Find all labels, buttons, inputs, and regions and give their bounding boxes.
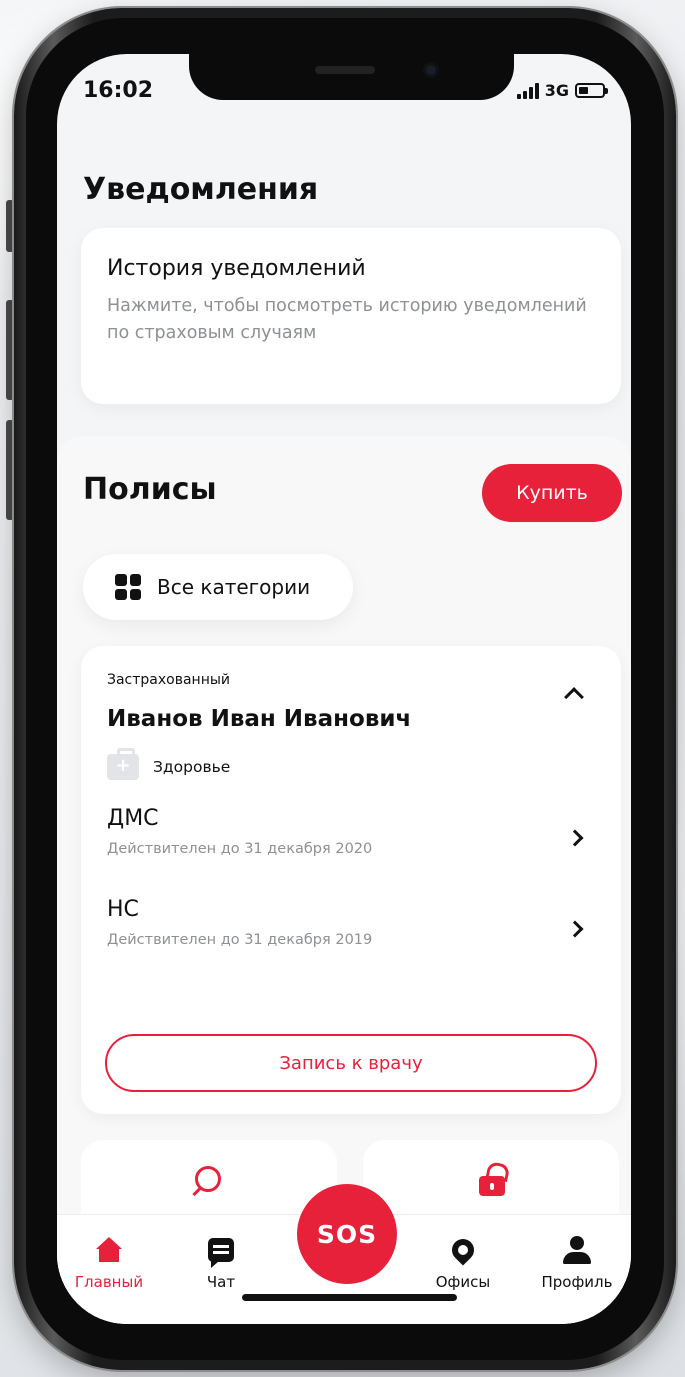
front-camera [423, 62, 439, 78]
status-time: 16:02 [83, 78, 154, 103]
buy-button[interactable]: Купить [482, 464, 622, 522]
insured-label: Застрахованный [107, 672, 231, 688]
network-type: 3G [544, 81, 569, 100]
grid-icon [115, 574, 141, 600]
home-icon [96, 1237, 122, 1263]
notch [189, 54, 514, 100]
policies-heading: Полисы [83, 472, 217, 507]
policy-name: НС [107, 897, 139, 922]
notification-history-subtitle: Нажмите, чтобы посмотреть историю уведом… [107, 296, 587, 343]
tab-label: Офисы [435, 1273, 491, 1291]
doctor-appointment-button[interactable]: Запись к врачу [105, 1034, 597, 1092]
chat-icon [208, 1238, 234, 1268]
status-indicators: 3G [516, 81, 608, 100]
search-icon [195, 1166, 221, 1192]
policy-validity: Действителен до 31 декабря 2019 [107, 932, 373, 948]
speaker [315, 66, 375, 74]
tab-label: Профиль [541, 1273, 613, 1291]
all-categories-label: Все категории [157, 575, 311, 599]
notification-history-card[interactable]: История уведомлений Нажмите, чтобы посмо… [81, 228, 621, 404]
policy-card: Застрахованный Иванов Иван Иванович Здор… [81, 646, 621, 1114]
battery-icon [575, 83, 608, 98]
tab-label: Главный [74, 1273, 144, 1291]
home-indicator[interactable] [242, 1294, 457, 1301]
policy-item-dms[interactable]: ДМС Действителен до 31 декабря 2020 [107, 806, 595, 857]
signal-icon [516, 82, 539, 99]
policy-validity: Действителен до 31 декабря 2020 [107, 841, 373, 857]
tab-profile[interactable]: Профиль [527, 1235, 627, 1291]
app-screen: 16:02 3G Уведомления История уведомлений… [57, 54, 631, 1324]
unlock-icon [479, 1176, 505, 1196]
policy-item-ns[interactable]: НС Действителен до 31 декабря 2019 [107, 897, 595, 948]
all-categories-button[interactable]: Все категории [83, 554, 353, 620]
volume-down-button [6, 420, 14, 520]
volume-up-button [6, 300, 14, 400]
notifications-heading: Уведомления [83, 172, 319, 207]
medical-kit-icon [107, 748, 139, 780]
mute-switch [6, 200, 14, 252]
category-label: Здоровье [153, 758, 231, 776]
tab-home[interactable]: Главный [59, 1235, 159, 1291]
insured-name: Иванов Иван Иванович [107, 706, 412, 732]
tab-chat[interactable]: Чат [171, 1235, 271, 1291]
tab-offices[interactable]: Офисы [413, 1234, 513, 1291]
category-row: Здоровье [107, 748, 595, 780]
user-icon [563, 1236, 591, 1264]
chevron-up-icon[interactable] [564, 687, 584, 707]
tab-label: Чат [206, 1273, 236, 1291]
location-pin-icon [447, 1234, 479, 1266]
notification-history-title: История уведомлений [107, 256, 366, 281]
sos-button[interactable]: SOS [297, 1184, 397, 1284]
policy-name: ДМС [107, 806, 159, 831]
